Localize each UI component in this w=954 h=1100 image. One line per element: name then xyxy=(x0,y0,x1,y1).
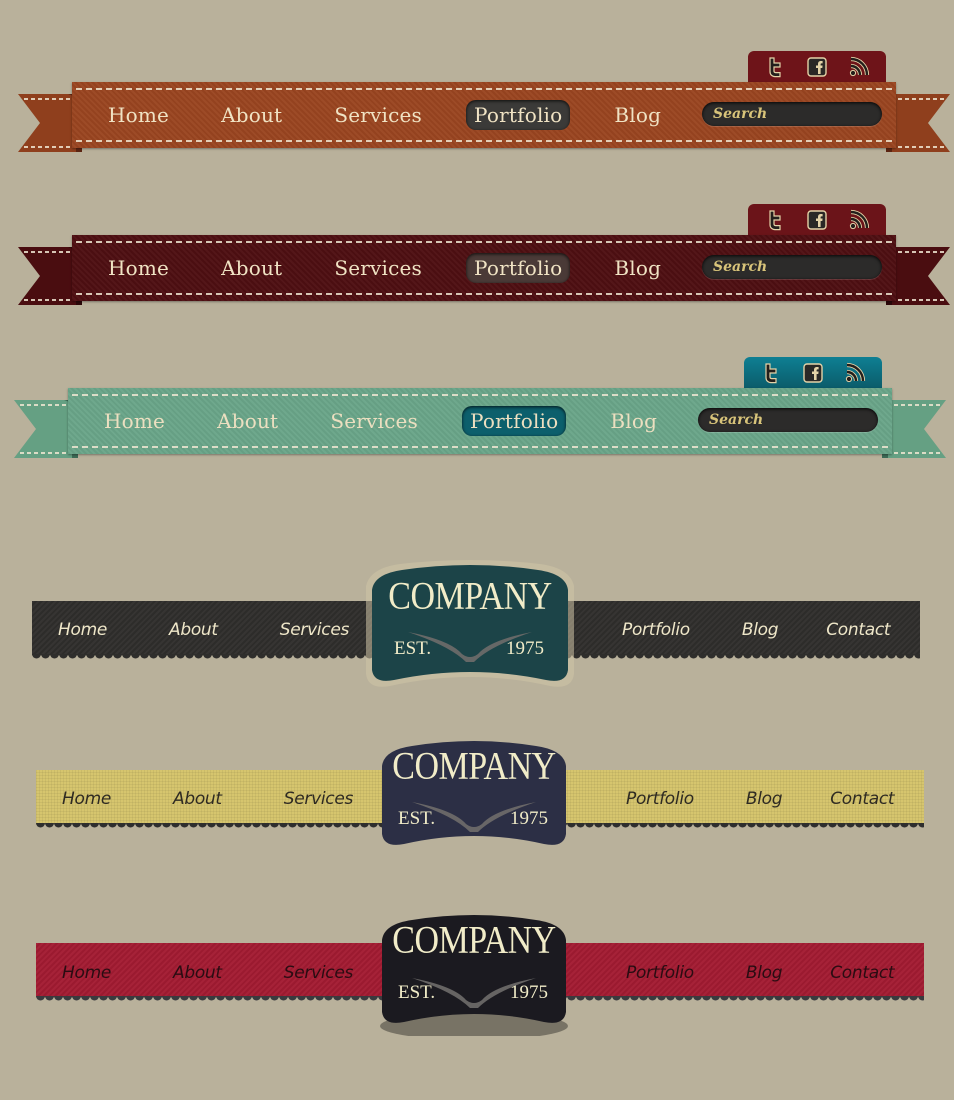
nav-item-about[interactable]: About xyxy=(213,253,290,283)
nav-item-contact[interactable]: Contact xyxy=(826,620,890,640)
ribbon-navbar-orange: Home About Services Portfolio Blog xyxy=(0,51,954,192)
nav-item-blog[interactable]: Blog xyxy=(602,406,665,436)
nav-right: Portfolio Blog Contact xyxy=(626,946,895,1000)
nav-item-services[interactable]: Services xyxy=(280,620,350,640)
search-field[interactable] xyxy=(698,408,878,432)
nav-item-portfolio[interactable]: Portfolio xyxy=(462,406,567,436)
company-logo-badge[interactable]: COMPANY EST. 1975 xyxy=(370,734,578,858)
nav-item-portfolio[interactable]: Portfolio xyxy=(626,963,694,983)
main-nav: Home About Services Portfolio Blog xyxy=(108,235,705,301)
nav-item-portfolio[interactable]: Portfolio xyxy=(622,620,690,640)
nav-item-home[interactable]: Home xyxy=(62,789,111,809)
nav-item-about[interactable]: About xyxy=(209,406,286,436)
nav-item-home[interactable]: Home xyxy=(104,406,173,436)
nav-left: Home About Services xyxy=(62,946,353,1000)
search-input[interactable] xyxy=(713,259,873,275)
nav-item-about[interactable]: About xyxy=(173,963,222,983)
social-tab xyxy=(748,204,886,236)
twitter-icon[interactable] xyxy=(764,209,786,231)
nav-item-about[interactable]: About xyxy=(169,620,218,640)
nav-item-blog[interactable]: Blog xyxy=(606,100,669,130)
nav-right: Portfolio Blog Contact xyxy=(626,772,895,826)
established-label: EST. xyxy=(398,808,436,829)
nav-item-home[interactable]: Home xyxy=(62,963,111,983)
company-logo-badge[interactable]: COMPANY EST. 1975 xyxy=(370,908,578,1036)
twitter-icon[interactable] xyxy=(764,56,786,78)
main-nav: Home About Services Portfolio Blog xyxy=(104,388,701,454)
company-logo-badge[interactable]: COMPANY EST. 1975 xyxy=(360,558,580,694)
social-tab xyxy=(748,51,886,83)
nav-item-portfolio[interactable]: Portfolio xyxy=(466,253,571,283)
nav-item-blog[interactable]: Blog xyxy=(746,963,783,983)
company-name: COMPANY xyxy=(388,575,552,618)
search-input[interactable] xyxy=(709,412,869,428)
nav-item-about[interactable]: About xyxy=(213,100,290,130)
rss-icon[interactable] xyxy=(848,209,870,231)
established-label: EST. xyxy=(394,638,432,659)
nav-item-blog[interactable]: Blog xyxy=(742,620,779,640)
nav-left: Home About Services xyxy=(58,603,349,657)
social-tab xyxy=(744,357,882,389)
nav-item-home[interactable]: Home xyxy=(58,620,107,640)
search-field[interactable] xyxy=(702,102,882,126)
nav-item-blog[interactable]: Blog xyxy=(746,789,783,809)
search-input[interactable] xyxy=(713,106,873,122)
nav-item-services[interactable]: Services xyxy=(284,963,354,983)
ribbon-navbar-mint: Home About Services Portfolio Blog xyxy=(0,357,954,498)
company-name: COMPANY xyxy=(392,745,556,788)
nav-item-services[interactable]: Services xyxy=(326,253,430,283)
nav-item-home[interactable]: Home xyxy=(108,100,177,130)
nav-item-contact[interactable]: Contact xyxy=(830,963,894,983)
established-year: 1975 xyxy=(510,808,548,829)
nav-right: Portfolio Blog Contact xyxy=(622,603,891,657)
nav-item-contact[interactable]: Contact xyxy=(830,789,894,809)
established-year: 1975 xyxy=(506,638,544,659)
search-field[interactable] xyxy=(702,255,882,279)
nav-item-services[interactable]: Services xyxy=(322,406,426,436)
ribbon-navbar-maroon: Home About Services Portfolio Blog xyxy=(0,204,954,345)
nav-item-about[interactable]: About xyxy=(173,789,222,809)
nav-left: Home About Services xyxy=(62,772,353,826)
company-name: COMPANY xyxy=(392,919,556,962)
facebook-icon[interactable] xyxy=(806,209,828,231)
rss-icon[interactable] xyxy=(844,362,866,384)
facebook-icon[interactable] xyxy=(806,56,828,78)
nav-item-services[interactable]: Services xyxy=(326,100,430,130)
nav-item-blog[interactable]: Blog xyxy=(606,253,669,283)
logo-navbar-crimson: Home About Services Portfolio Blog Contact C… xyxy=(0,902,954,1042)
nav-item-portfolio[interactable]: Portfolio xyxy=(466,100,571,130)
established-year: 1975 xyxy=(510,982,548,1003)
facebook-icon[interactable] xyxy=(802,362,824,384)
main-nav: Home About Services Portfolio Blog xyxy=(108,82,705,148)
nav-item-home[interactable]: Home xyxy=(108,253,177,283)
twitter-icon[interactable] xyxy=(760,362,782,384)
logo-navbar-charcoal: Home About Services Portfolio Blog Contact C… xyxy=(0,558,954,698)
nav-item-services[interactable]: Services xyxy=(284,789,354,809)
established-label: EST. xyxy=(398,982,436,1003)
nav-item-portfolio[interactable]: Portfolio xyxy=(626,789,694,809)
logo-navbar-mustard: Home About Services Portfolio Blog Contact C… xyxy=(0,730,954,870)
rss-icon[interactable] xyxy=(848,56,870,78)
